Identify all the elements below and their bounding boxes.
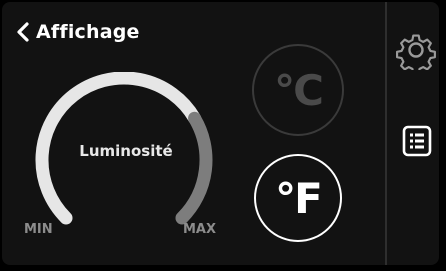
celsius-label: °C: [274, 65, 324, 115]
sidebar-divider: [385, 2, 387, 265]
page-title: Affichage: [36, 21, 140, 43]
fahrenheit-button[interactable]: °F: [254, 154, 342, 242]
screen: Affichage Luminosité MIN MAX °C °F: [0, 0, 446, 271]
gauge-level: [175, 111, 213, 225]
max-label: MAX: [183, 222, 217, 237]
back-button[interactable]: Affichage: [16, 18, 140, 46]
celsius-button[interactable]: °C: [252, 44, 344, 136]
min-label: MIN: [24, 222, 53, 237]
list-icon[interactable]: [402, 125, 432, 157]
fahrenheit-label: °F: [275, 173, 323, 223]
chevron-left-icon: [17, 22, 29, 42]
gear-icon[interactable]: [396, 30, 436, 70]
display-panel: Affichage Luminosité MIN MAX °C °F: [2, 2, 439, 265]
brightness-label: Luminosité: [79, 142, 173, 160]
